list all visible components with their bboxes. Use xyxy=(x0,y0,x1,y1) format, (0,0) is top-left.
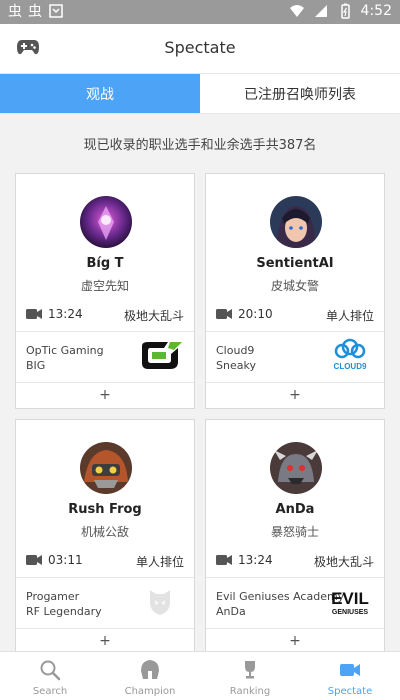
video-camera-icon xyxy=(26,309,42,319)
spectate-card[interactable]: AnDa 暴怒骑士 13:24 极地大乱斗 Evil Geniuses Acad… xyxy=(205,419,385,655)
video-camera-icon xyxy=(216,555,232,565)
logo-text: CLOUD9 xyxy=(334,362,367,371)
game-mode: 极地大乱斗 xyxy=(313,555,374,569)
team-name: Cloud9 xyxy=(216,344,255,357)
game-duration: 20:10 xyxy=(216,307,273,321)
nav-label: Spectate xyxy=(327,686,373,697)
divider xyxy=(206,577,384,578)
game-mode: 单人排位 xyxy=(135,555,184,569)
logo-subtext: GENIUSES xyxy=(332,609,369,616)
divider xyxy=(206,331,384,332)
status-bar: 虫 虫 4:52 xyxy=(0,0,400,24)
team-player: Sneaky xyxy=(216,359,256,372)
duration-text: 13:24 xyxy=(48,307,83,321)
player-name: SentientAI xyxy=(256,256,334,271)
cloud9-logo: CLOUD9 xyxy=(334,338,367,371)
trophy-icon xyxy=(245,661,255,679)
team-name: Evil Geniuses Academy xyxy=(216,590,345,603)
tab-bar: 观战 已注册召唤师列表 xyxy=(0,74,400,114)
team-player: RF Legendary xyxy=(26,605,102,618)
duration-text: 20:10 xyxy=(238,307,273,321)
game-duration: 03:11 xyxy=(26,553,83,567)
players-count-text: 现已收录的职业选手和业余选手共387名 xyxy=(83,138,317,153)
divider xyxy=(16,382,194,383)
team-name: OpTic Gaming xyxy=(26,344,104,357)
spectate-card[interactable]: Rush Frog 机械公敌 03:11 单人排位 Progamer RF Le… xyxy=(15,419,195,655)
champion-name: 皮城女警 xyxy=(270,279,319,293)
nav-ranking[interactable]: Ranking xyxy=(200,652,300,700)
duration-text: 03:11 xyxy=(48,553,83,567)
notification-app-icon: 虫 xyxy=(28,4,42,20)
team-player: BIG xyxy=(26,359,46,372)
player-name: Bíg T xyxy=(86,256,124,271)
champion-name: 暴怒骑士 xyxy=(270,525,319,539)
nav-search[interactable]: Search xyxy=(0,652,100,700)
team-player: AnDa xyxy=(216,605,246,618)
game-duration: 13:24 xyxy=(26,307,83,321)
champion-avatar xyxy=(80,196,132,248)
page-title: Spectate xyxy=(164,38,236,57)
divider xyxy=(16,331,194,332)
divider xyxy=(206,628,384,629)
game-mode: 极地大乱斗 xyxy=(123,309,184,323)
nav-label: Search xyxy=(32,686,68,697)
player-name: Rush Frog xyxy=(68,502,142,517)
add-button[interactable]: + xyxy=(16,387,194,403)
wifi-icon xyxy=(289,5,304,17)
tab-spectate[interactable]: 观战 xyxy=(0,74,200,113)
divider xyxy=(16,628,194,629)
helmet-icon xyxy=(141,660,159,679)
status-system-icons: 4:52 xyxy=(289,3,392,19)
nav-label: Ranking xyxy=(229,686,271,697)
champion-avatar xyxy=(270,196,322,248)
progamer-logo xyxy=(150,590,170,615)
champion-avatar xyxy=(80,442,132,494)
champion-name: 虚空先知 xyxy=(80,279,129,293)
search-icon xyxy=(40,660,61,681)
nav-label: Champion xyxy=(124,686,176,697)
champion-avatar xyxy=(270,442,322,494)
bottom-navigation: Search Champion Ranking Spectate xyxy=(0,651,400,700)
game-mode: 单人排位 xyxy=(325,309,374,323)
tab-registered-summoners[interactable]: 已注册召唤师列表 xyxy=(200,74,400,113)
add-button[interactable]: + xyxy=(206,633,384,649)
divider xyxy=(16,577,194,578)
logo-text: EVIL xyxy=(331,589,369,608)
spectate-icon xyxy=(340,664,360,676)
notification-app-icon: 虫 xyxy=(8,4,22,20)
video-camera-icon xyxy=(26,555,42,565)
battery-icon xyxy=(340,3,350,19)
champion-name: 机械公敌 xyxy=(80,525,129,539)
spectate-card[interactable]: SentientAI 皮城女警 20:10 单人排位 Cloud9 Sneaky… xyxy=(205,173,385,409)
video-camera-icon xyxy=(216,309,232,319)
add-button[interactable]: + xyxy=(16,633,194,649)
duration-text: 13:24 xyxy=(238,553,273,567)
team-name: Progamer xyxy=(26,590,80,603)
status-notification-icons: 虫 虫 xyxy=(8,3,64,21)
add-button[interactable]: + xyxy=(206,387,384,403)
signal-icon xyxy=(314,5,327,17)
nav-champion[interactable]: Champion xyxy=(100,652,200,700)
spectate-card[interactable]: Bíg T 虚空先知 13:24 极地大乱斗 OpTic Gaming BIG … xyxy=(15,173,195,409)
app-bar: Spectate xyxy=(0,24,400,74)
download-notification-icon xyxy=(49,4,63,18)
optic-gaming-logo xyxy=(142,342,182,369)
evil-geniuses-logo: EVIL GENIUSES xyxy=(331,589,369,616)
status-time: 4:52 xyxy=(360,3,392,19)
divider xyxy=(206,382,384,383)
nav-spectate[interactable]: Spectate xyxy=(300,652,400,700)
player-name: AnDa xyxy=(275,502,315,517)
game-duration: 13:24 xyxy=(216,553,273,567)
